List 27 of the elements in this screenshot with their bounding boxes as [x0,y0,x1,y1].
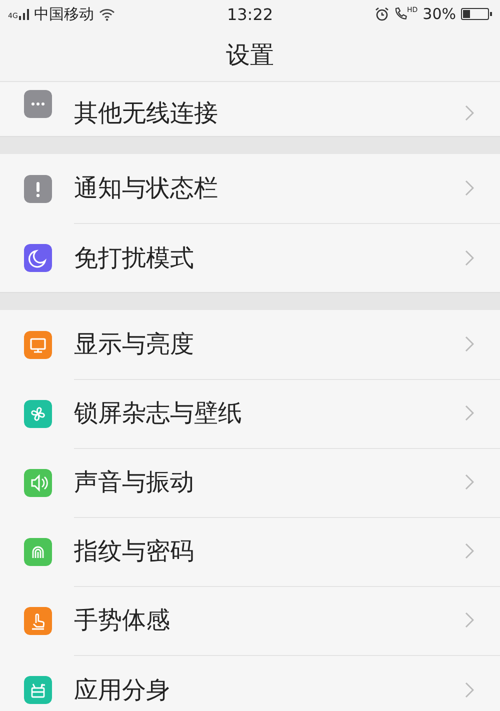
settings-item[interactable]: 免打扰模式 [0,223,500,292]
chevron-icon [465,250,474,266]
settings-item[interactable]: 声音与振动 [0,448,500,517]
chevron-icon [465,405,474,421]
chevron-icon [465,543,474,559]
wifi-icon [98,8,115,20]
settings-item[interactable]: 手势体感 [0,586,500,655]
settings-item[interactable]: 指纹与密码 [0,517,500,586]
clock-time: 13:22 [226,4,274,24]
signal-icon [18,8,29,20]
page-title: 设置 [226,40,274,70]
battery-icon [461,8,489,20]
chevron-icon [465,474,474,490]
phone-icon [394,7,407,21]
settings-item[interactable]: 锁屏杂志与壁纸 [0,379,500,448]
settings-item[interactable]: 应用分身 [0,655,500,711]
chevron-icon [465,105,474,121]
carrier-name: 中国移动 [34,4,94,24]
chevron-icon [465,612,474,628]
battery-percent: 30% [422,5,456,23]
settings-item[interactable]: 其他无线连接 [0,82,500,136]
chevron-icon [465,336,474,352]
chevron-icon [465,180,474,196]
settings-item[interactable]: 显示与亮度 [0,310,500,379]
alarm-icon [375,7,389,21]
chevron-icon [465,682,474,698]
settings-item[interactable]: 通知与状态栏 [0,154,500,223]
